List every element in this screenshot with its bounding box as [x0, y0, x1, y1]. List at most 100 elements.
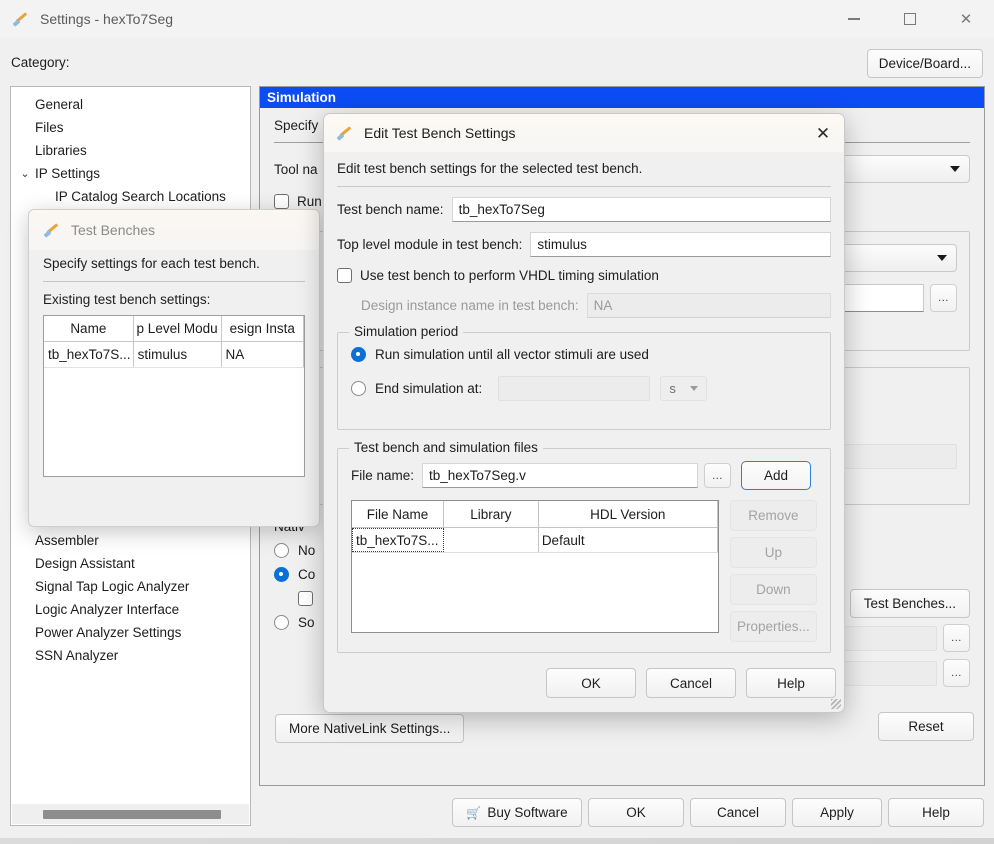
chevron-down-icon — [690, 386, 699, 391]
run-gate-checkbox[interactable] — [274, 194, 289, 209]
add-button[interactable]: Add — [741, 461, 812, 490]
cart-icon: 🛒 — [466, 805, 482, 820]
brush-icon — [43, 221, 61, 239]
vhdl-timing-checkbox[interactable] — [337, 268, 352, 283]
title-bar: Settings - hexTo7Seg ✕ — [0, 0, 994, 38]
vhdl-timing-checkbox-row[interactable]: Use test bench to perform VHDL timing si… — [337, 268, 831, 283]
dialog-cancel-button[interactable]: Cancel — [646, 668, 736, 698]
device-board-button[interactable]: Device/Board... — [866, 49, 983, 78]
brush-icon — [12, 10, 30, 28]
brush-icon — [336, 124, 354, 142]
cell-library[interactable] — [444, 528, 539, 552]
column-header-hdl-version[interactable]: HDL Version — [539, 501, 718, 527]
tree-item-assembler[interactable]: Assembler — [11, 529, 250, 552]
divider — [337, 186, 831, 187]
files-table[interactable]: File Name Library HDL Version tb_hexTo7S… — [351, 500, 719, 633]
close-icon[interactable]: ✕ — [938, 0, 994, 38]
reset-button[interactable]: Reset — [878, 712, 974, 741]
cancel-button[interactable]: Cancel — [690, 798, 786, 827]
column-header-name[interactable]: Name — [44, 316, 134, 341]
test-benches-dialog-body: Specify settings for each test bench. Ex… — [29, 256, 319, 477]
ok-button[interactable]: OK — [588, 798, 684, 827]
buy-software-label: Buy Software — [487, 805, 568, 820]
tree-item-files[interactable]: Files — [11, 116, 250, 139]
test-bench-name-input[interactable]: tb_hexTo7Seg — [451, 197, 831, 222]
tree-item-label: Design Assistant — [35, 556, 135, 571]
tree-item-libraries[interactable]: Libraries — [11, 139, 250, 162]
top-level-module-input[interactable]: stimulus — [530, 232, 831, 257]
edit-dialog-footer: OK Cancel Help — [324, 656, 844, 712]
file-name-input[interactable]: tb_hexTo7Seg.v — [422, 463, 699, 488]
radio-script[interactable] — [274, 615, 289, 630]
run-gate-label: Run — [297, 194, 322, 209]
close-icon[interactable]: ✕ — [812, 123, 834, 145]
properties-button[interactable]: Properties... — [729, 611, 817, 642]
test-benches-table[interactable]: Name p Level Modu esign Insta tb_hexTo7S… — [43, 315, 305, 477]
tree-item-ip-settings[interactable]: ⌄ IP Settings — [11, 162, 250, 185]
nativelink-sub-checkbox[interactable] — [298, 591, 313, 606]
cell-top-level-module: stimulus — [134, 342, 222, 367]
window-title: Settings - hexTo7Seg — [40, 11, 174, 27]
table-row[interactable]: tb_hexTo7S... Default — [352, 528, 718, 553]
more-nativelink-settings-button[interactable]: More NativeLink Settings... — [275, 714, 465, 743]
test-bench-files-title: Test bench and simulation files — [349, 440, 543, 455]
browse-button[interactable]: ... — [930, 284, 957, 312]
radio-none[interactable] — [274, 543, 289, 558]
tree-item-power-analyzer-settings[interactable]: Power Analyzer Settings — [11, 621, 250, 644]
end-simulation-at-option[interactable]: End simulation at: s — [351, 376, 817, 401]
tree-item-ip-catalog-search-locations[interactable]: IP Catalog Search Locations — [11, 185, 250, 208]
test-bench-files-group: Test bench and simulation files File nam… — [337, 440, 831, 653]
end-simulation-at-input[interactable] — [498, 376, 651, 401]
maximize-icon[interactable] — [882, 0, 938, 38]
help-button[interactable]: Help — [888, 798, 984, 827]
browse-button[interactable]: ... — [943, 624, 970, 652]
tree-item-label: Logic Analyzer Interface — [35, 602, 180, 617]
file-name-label: File name: — [351, 468, 415, 483]
radio-compile[interactable] — [274, 567, 289, 582]
test-bench-name-row: Test bench name: tb_hexTo7Seg — [337, 197, 831, 222]
up-button[interactable]: Up — [729, 537, 817, 568]
end-simulation-at-label: End simulation at: — [375, 381, 483, 396]
apply-button[interactable]: Apply — [792, 798, 882, 827]
remove-button[interactable]: Remove — [729, 500, 817, 531]
cell-file-name[interactable]: tb_hexTo7S... — [352, 528, 445, 552]
table-row[interactable]: tb_hexTo7S... stimulus NA — [44, 342, 304, 368]
column-header-library[interactable]: Library — [444, 501, 539, 527]
tree-item-label: IP Catalog Search Locations — [55, 189, 226, 204]
simulation-panel-header: Simulation — [260, 87, 984, 108]
test-benches-button[interactable]: Test Benches... — [849, 589, 970, 618]
simulation-period-title: Simulation period — [349, 324, 464, 339]
radio-end-simulation-at[interactable] — [351, 381, 366, 396]
chevron-down-icon[interactable]: ⌄ — [15, 167, 35, 180]
radio-run-all-stimuli[interactable] — [351, 347, 366, 362]
nativelink-option-label: No — [298, 543, 316, 558]
cell-hdl-version[interactable]: Default — [539, 528, 718, 552]
resize-grip[interactable] — [831, 699, 841, 709]
edit-dialog-description: Edit test bench settings for the selecte… — [337, 161, 643, 176]
column-header-file-name[interactable]: File Name — [352, 501, 444, 527]
buy-software-button[interactable]: 🛒 Buy Software — [452, 798, 582, 827]
run-all-stimuli-option[interactable]: Run simulation until all vector stimuli … — [351, 347, 817, 362]
time-unit-combo[interactable]: s — [660, 376, 708, 401]
tree-item-signal-tap-logic-analyzer[interactable]: Signal Tap Logic Analyzer — [11, 575, 250, 598]
tree-item-label: Assembler — [35, 533, 99, 548]
file-name-row: File name: tb_hexTo7Seg.v ... Add — [351, 461, 817, 490]
tree-item-label: SSN Analyzer — [35, 648, 119, 663]
tree-item-design-assistant[interactable]: Design Assistant — [11, 552, 250, 575]
tree-item-general[interactable]: General — [11, 93, 250, 116]
settings-window: Settings - hexTo7Seg ✕ Category: Device/… — [0, 0, 994, 844]
column-header-design-instance[interactable]: esign Insta — [222, 316, 304, 341]
divider — [43, 281, 305, 282]
tree-item-label: Power Analyzer Settings — [35, 625, 182, 640]
tree-item-logic-analyzer-interface[interactable]: Logic Analyzer Interface — [11, 598, 250, 621]
browse-button[interactable]: ... — [943, 659, 970, 687]
tree-item-ssn-analyzer[interactable]: SSN Analyzer — [11, 644, 250, 667]
dialog-ok-button[interactable]: OK — [546, 668, 636, 698]
browse-button[interactable]: ... — [704, 463, 732, 488]
design-instance-row: Design instance name in test bench: NA — [337, 293, 831, 318]
down-button[interactable]: Down — [729, 574, 817, 605]
nativelink-option-label: So — [298, 615, 315, 630]
dialog-help-button[interactable]: Help — [746, 668, 836, 698]
minimize-icon[interactable] — [826, 0, 882, 38]
column-header-top-level-module[interactable]: p Level Modu — [134, 316, 222, 341]
